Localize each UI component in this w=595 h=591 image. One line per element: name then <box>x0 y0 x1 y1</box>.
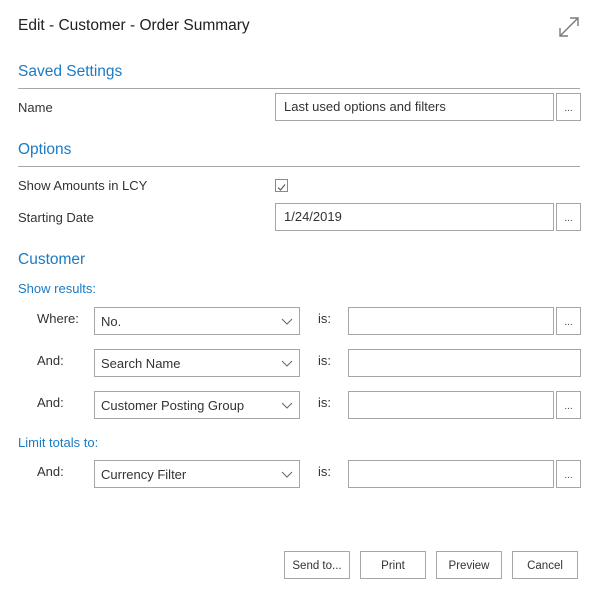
saved-settings-heading: Saved Settings <box>18 63 123 80</box>
filter-field-value: Search Name <box>101 356 181 371</box>
filter-value-input[interactable] <box>348 391 554 419</box>
starting-date-label: Starting Date <box>18 210 94 225</box>
limit-filter-value-input[interactable] <box>348 460 554 488</box>
checkmark-icon <box>277 184 286 191</box>
chevron-down-icon <box>281 318 293 325</box>
chevron-down-icon <box>281 402 293 409</box>
print-button[interactable]: Print <box>360 551 426 579</box>
section-divider <box>18 166 580 167</box>
filter-field-select[interactable]: No. <box>94 307 300 335</box>
filter-field-select[interactable]: Search Name <box>94 349 300 377</box>
expand-icon[interactable] <box>558 16 580 38</box>
is-label: is: <box>318 464 331 479</box>
cancel-button[interactable]: Cancel <box>512 551 578 579</box>
section-divider <box>18 88 580 89</box>
is-label: is: <box>318 395 331 410</box>
starting-date-input[interactable]: 1/24/2019 <box>275 203 554 231</box>
options-heading: Options <box>18 141 72 158</box>
filter-prefix: And: <box>37 353 64 368</box>
filter-lookup-button[interactable]: ... <box>556 307 581 335</box>
starting-date-lookup-button[interactable]: ... <box>556 203 581 231</box>
limit-filter-field-select[interactable]: Currency Filter <box>94 460 300 488</box>
chevron-down-icon <box>281 360 293 367</box>
filter-value-input[interactable] <box>348 307 554 335</box>
chevron-down-icon <box>281 471 293 478</box>
show-amounts-lcy-checkbox[interactable] <box>275 179 288 192</box>
filter-prefix: Where: <box>37 311 79 326</box>
is-label: is: <box>318 311 331 326</box>
name-lookup-button[interactable]: ... <box>556 93 581 121</box>
dialog-title: Edit - Customer - Order Summary <box>18 17 250 34</box>
send-to-button[interactable]: Send to... <box>284 551 350 579</box>
filter-field-value: No. <box>101 314 122 329</box>
filter-field-select[interactable]: Customer Posting Group <box>94 391 300 419</box>
name-input[interactable]: Last used options and filters <box>275 93 554 121</box>
filter-value-input[interactable] <box>348 349 581 377</box>
show-amounts-lcy-label: Show Amounts in LCY <box>18 178 148 193</box>
preview-button[interactable]: Preview <box>436 551 502 579</box>
filter-prefix: And: <box>37 464 64 479</box>
limit-totals-label: Limit totals to: <box>18 435 99 450</box>
customer-heading: Customer <box>18 251 86 268</box>
show-results-label: Show results: <box>18 281 97 296</box>
limit-filter-lookup-button[interactable]: ... <box>556 460 581 488</box>
name-label: Name <box>18 100 53 115</box>
filter-lookup-button[interactable]: ... <box>556 391 581 419</box>
filter-prefix: And: <box>37 395 64 410</box>
is-label: is: <box>318 353 331 368</box>
filter-field-value: Currency Filter <box>101 467 187 482</box>
filter-field-value: Customer Posting Group <box>101 398 245 413</box>
